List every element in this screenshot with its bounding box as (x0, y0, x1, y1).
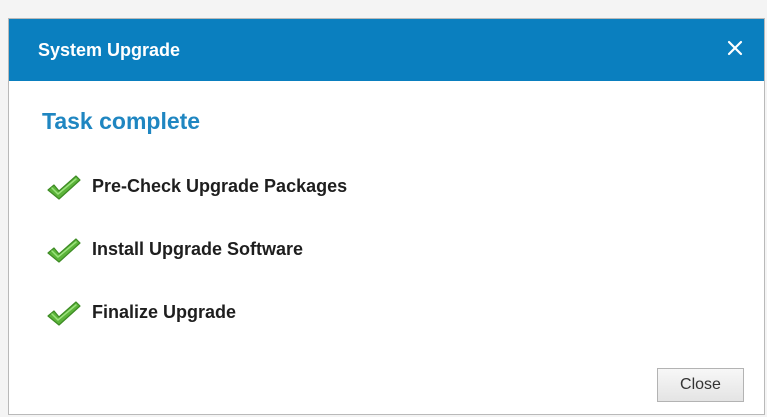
task-label: Finalize Upgrade (92, 302, 237, 322)
status-heading: Task complete (42, 108, 201, 134)
task-label: Install Upgrade Software (92, 239, 304, 259)
task-label: Pre-Check Upgrade Packages (92, 176, 348, 196)
background-text-fragment (284, 0, 474, 6)
system-upgrade-dialog: System Upgrade Task complete Pre-Check U… (8, 18, 765, 415)
check-icon (46, 300, 82, 328)
close-button[interactable]: Close (657, 368, 744, 402)
check-icon (46, 237, 82, 265)
dialog-title: System Upgrade (38, 40, 181, 60)
dialog-titlebar: System Upgrade (9, 19, 764, 81)
check-icon (46, 174, 82, 202)
close-icon[interactable] (724, 37, 746, 59)
